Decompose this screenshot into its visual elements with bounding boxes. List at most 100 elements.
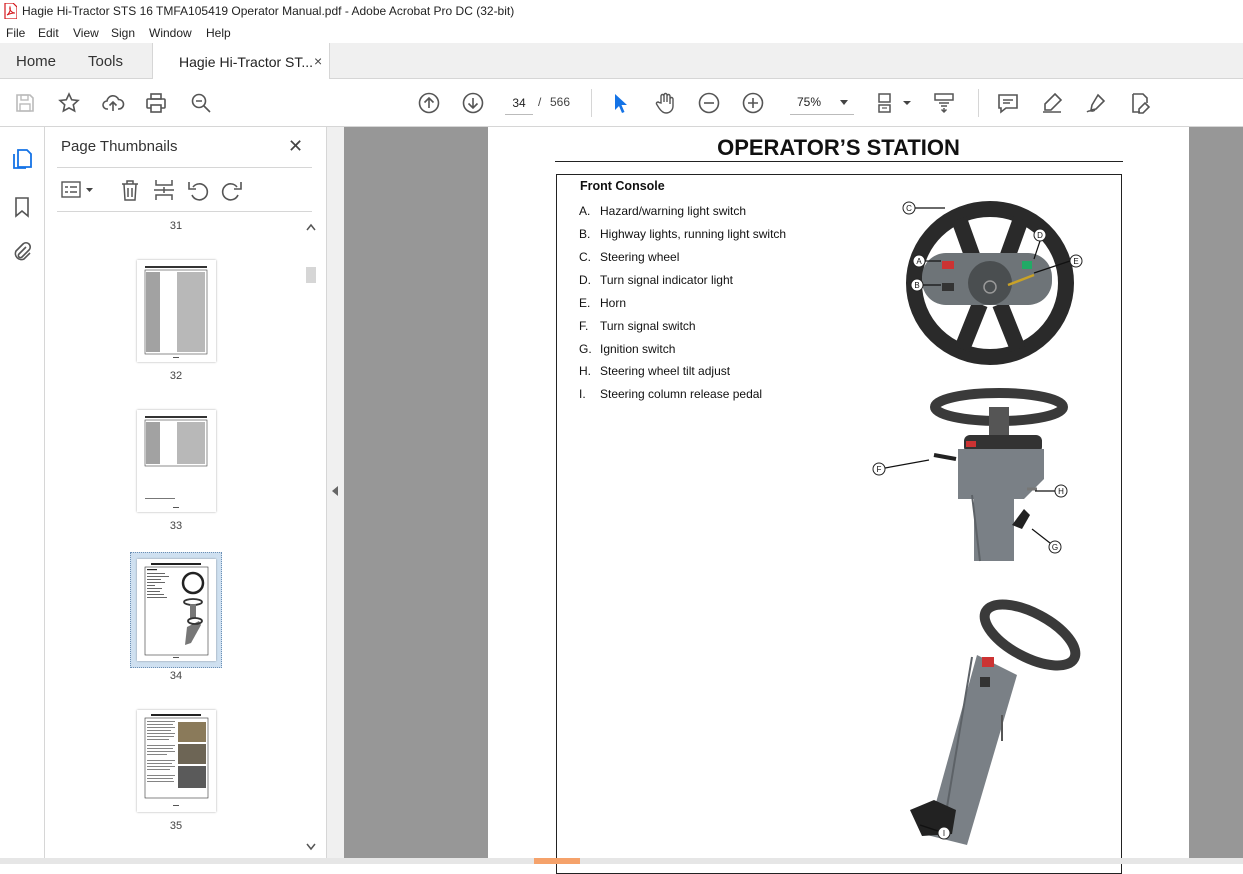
- callout-h: H: [1058, 487, 1064, 496]
- section-heading: Front Console: [580, 179, 665, 193]
- menu-edit[interactable]: Edit: [38, 26, 59, 40]
- comment-icon[interactable]: [996, 91, 1020, 115]
- close-tab-icon[interactable]: ×: [314, 53, 322, 69]
- select-cursor-icon[interactable]: [608, 91, 632, 115]
- page-separator: /: [538, 95, 542, 109]
- callout-b: B: [914, 281, 919, 290]
- page-thumbnails-icon[interactable]: [10, 147, 34, 171]
- tab-bar: Home Tools Hagie Hi-Tractor ST... ×: [0, 43, 1243, 80]
- page-preview: [144, 416, 208, 508]
- thumbnail-label: 32: [169, 370, 183, 382]
- page-number-input[interactable]: [505, 91, 533, 115]
- zoom-out-icon[interactable]: [697, 91, 721, 115]
- scroll-mode-icon[interactable]: [932, 91, 956, 115]
- bookmarks-icon[interactable]: [10, 195, 34, 219]
- pdf-page: OPERATOR’S STATION Front Console A. Hazar…: [488, 127, 1189, 874]
- sign-icon[interactable]: [1084, 91, 1108, 115]
- feature-item-i: I. Steering column release pedal: [579, 387, 763, 401]
- save-icon[interactable]: [13, 91, 37, 115]
- page-preview: [144, 563, 209, 658]
- scroll-down-icon[interactable]: [306, 843, 316, 851]
- page-total: 566: [550, 95, 571, 109]
- thumbnail-page-33[interactable]: [137, 410, 216, 512]
- callout-e: E: [1073, 257, 1078, 266]
- progress-indicator: [534, 858, 580, 864]
- page-preview: [144, 714, 209, 806]
- zoom-level-value: 75%: [797, 95, 822, 109]
- chevron-down-icon: [840, 100, 848, 105]
- thumbnail-page-32[interactable]: [137, 260, 216, 362]
- panel-divider: [57, 211, 312, 212]
- feature-item-h: H. Steering wheel tilt adjust: [579, 364, 731, 378]
- thumbnail-scrollbar[interactable]: [303, 219, 319, 859]
- thumbnail-options-icon[interactable]: [61, 179, 95, 201]
- rotate-clockwise-icon[interactable]: [221, 178, 243, 202]
- menu-file[interactable]: File: [6, 26, 25, 40]
- zoom-level-select[interactable]: 75%: [790, 91, 854, 115]
- feature-item-a: A. Hazard/warning light switch: [579, 204, 747, 218]
- thumbnail-toolbar: [57, 175, 312, 205]
- rotate-counterclockwise-icon[interactable]: [187, 178, 209, 202]
- feature-item-d: D. Turn signal indicator light: [579, 273, 733, 287]
- page-preview: [144, 266, 208, 358]
- navigation-rail: [0, 127, 45, 864]
- upload-cloud-icon[interactable]: [101, 91, 125, 115]
- acrobat-pdf-icon: [4, 3, 17, 19]
- toolbar-divider: [978, 89, 979, 117]
- close-panel-icon[interactable]: ✕: [288, 136, 303, 157]
- tab-document[interactable]: Hagie Hi-Tractor ST... ×: [152, 43, 330, 80]
- document-viewport[interactable]: OPERATOR’S STATION Front Console A. Hazar…: [344, 127, 1243, 874]
- thumbnail-label: 31: [169, 220, 183, 232]
- delete-page-icon[interactable]: [119, 178, 141, 202]
- bookmark-star-icon[interactable]: [57, 91, 81, 115]
- callout-g: G: [1052, 543, 1058, 552]
- extract-page-icon[interactable]: [153, 178, 175, 202]
- thumbnail-page-35[interactable]: [137, 710, 216, 812]
- next-page-icon[interactable]: [461, 91, 485, 115]
- panel-divider: [57, 167, 312, 168]
- zoom-in-icon[interactable]: [741, 91, 765, 115]
- feature-item-f: F. Turn signal switch: [579, 319, 696, 333]
- thumbnail-page-34[interactable]: [137, 559, 216, 661]
- thumbnail-label: 35: [169, 820, 183, 832]
- callout-d: D: [1037, 231, 1043, 240]
- panel-title: Page Thumbnails: [61, 138, 178, 155]
- previous-page-icon[interactable]: [417, 91, 441, 115]
- collapse-left-icon: [332, 486, 338, 496]
- callout-f: F: [877, 465, 882, 474]
- window-title: Hagie Hi-Tractor STS 16 TMFA105419 Opera…: [22, 4, 515, 18]
- page-thumbnails-panel: Page Thumbnails ✕ 31 32 33 34 35: [45, 127, 327, 864]
- feature-item-b: B. Highway lights, running light switch: [579, 227, 787, 241]
- tab-document-label: Hagie Hi-Tractor ST...: [179, 54, 314, 70]
- steering-wheel-front-figure: C D A E B: [902, 201, 1083, 365]
- hand-pan-icon[interactable]: [653, 91, 677, 115]
- status-strip: [0, 858, 1243, 864]
- thumbnail-label: 33: [169, 520, 183, 532]
- attachments-paperclip-icon[interactable]: [10, 240, 34, 264]
- feature-item-c: C. Steering wheel: [579, 250, 680, 264]
- edit-pdf-icon[interactable]: [1128, 91, 1152, 115]
- menu-sign[interactable]: Sign: [111, 26, 135, 40]
- zoom-search-icon[interactable]: [189, 91, 213, 115]
- feature-item-g: G. Ignition switch: [579, 342, 676, 356]
- page-fit-icon[interactable]: [876, 91, 912, 115]
- panel-collapse-handle[interactable]: [327, 127, 344, 864]
- scroll-up-icon[interactable]: [306, 223, 316, 231]
- steering-column-angled-figure: I: [910, 599, 1081, 845]
- toolbar: / 566 75%: [0, 79, 1243, 127]
- callout-c: C: [906, 204, 912, 213]
- page-heading: OPERATOR’S STATION: [717, 135, 960, 160]
- print-icon[interactable]: [144, 91, 168, 115]
- feature-item-e: E. Horn: [579, 296, 627, 310]
- tab-tools[interactable]: Tools: [88, 53, 123, 70]
- menu-view[interactable]: View: [73, 26, 99, 40]
- menu-help[interactable]: Help: [206, 26, 231, 40]
- callout-i: I: [943, 829, 945, 838]
- tab-home[interactable]: Home: [16, 53, 56, 70]
- menu-window[interactable]: Window: [149, 26, 192, 40]
- steering-column-side-figure: F H G: [872, 388, 1068, 562]
- highlight-pen-icon[interactable]: [1040, 91, 1064, 115]
- menu-bar: File Edit View Sign Window Help: [0, 22, 1243, 43]
- scroll-thumb[interactable]: [306, 267, 316, 283]
- toolbar-divider: [591, 89, 592, 117]
